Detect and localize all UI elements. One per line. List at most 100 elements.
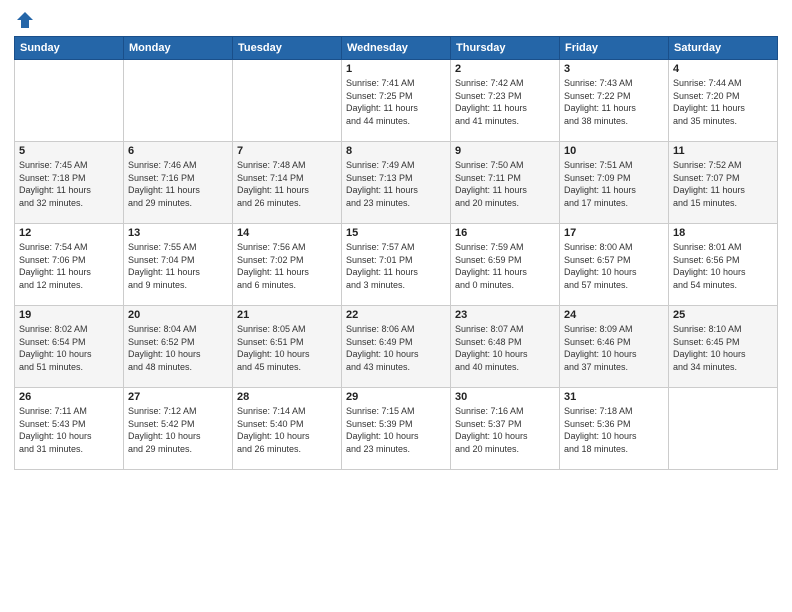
day-number: 31	[564, 391, 664, 403]
logo-icon	[15, 10, 35, 30]
day-number: 4	[673, 63, 773, 75]
day-info: Sunrise: 8:10 AM Sunset: 6:45 PM Dayligh…	[673, 323, 773, 373]
day-cell: 18 Sunrise: 8:01 AM Sunset: 6:56 PM Dayli…	[669, 224, 778, 306]
day-cell: 25 Sunrise: 8:10 AM Sunset: 6:45 PM Dayli…	[669, 306, 778, 388]
day-cell: 29Sunrise: 7:15 AM Sunset: 5:39 PM Dayli…	[342, 388, 451, 470]
day-cell: 30 Sunrise: 7:16 AM Sunset: 5:37 PM Dayli…	[451, 388, 560, 470]
day-cell: 4 Sunrise: 7:44 AM Sunset: 7:20 PM Daylig…	[669, 60, 778, 142]
day-number: 1	[346, 63, 446, 75]
day-number: 16	[455, 227, 555, 239]
day-number: 11	[673, 145, 773, 157]
day-cell: 9Sunrise: 7:50 AM Sunset: 7:11 PM Daylig…	[451, 142, 560, 224]
day-info: Sunrise: 8:00 AM Sunset: 6:57 PM Dayligh…	[564, 241, 664, 291]
weekday-tuesday: Tuesday	[233, 37, 342, 60]
day-info: Sunrise: 7:14 AM Sunset: 5:40 PM Dayligh…	[237, 405, 337, 455]
day-info: Sunrise: 7:55 AM Sunset: 7:04 PM Dayligh…	[128, 241, 228, 291]
day-number: 25	[673, 309, 773, 321]
day-cell: 15 Sunrise: 7:57 AM Sunset: 7:01 PM Dayli…	[342, 224, 451, 306]
week-row-1: 1 Sunrise: 7:41 AM Sunset: 7:25 PM Daylig…	[15, 60, 778, 142]
day-cell: 13 Sunrise: 7:55 AM Sunset: 7:04 PM Dayli…	[124, 224, 233, 306]
day-cell: 8 Sunrise: 7:49 AM Sunset: 7:13 PM Daylig…	[342, 142, 451, 224]
day-cell: 23Sunrise: 8:07 AM Sunset: 6:48 PM Dayli…	[451, 306, 560, 388]
day-info: Sunrise: 7:52 AM Sunset: 7:07 PM Dayligh…	[673, 159, 773, 209]
day-number: 14	[237, 227, 337, 239]
day-number: 9	[455, 145, 555, 157]
day-number: 26	[19, 391, 119, 403]
day-cell	[233, 60, 342, 142]
day-cell: 10 Sunrise: 7:51 AM Sunset: 7:09 PM Dayli…	[560, 142, 669, 224]
day-info: Sunrise: 7:16 AM Sunset: 5:37 PM Dayligh…	[455, 405, 555, 455]
day-cell: 19 Sunrise: 8:02 AM Sunset: 6:54 PM Dayli…	[15, 306, 124, 388]
day-info: Sunrise: 7:43 AM Sunset: 7:22 PM Dayligh…	[564, 77, 664, 127]
day-cell: 24Sunrise: 8:09 AM Sunset: 6:46 PM Dayli…	[560, 306, 669, 388]
day-info: Sunrise: 7:18 AM Sunset: 5:36 PM Dayligh…	[564, 405, 664, 455]
day-cell: 31 Sunrise: 7:18 AM Sunset: 5:36 PM Dayli…	[560, 388, 669, 470]
weekday-monday: Monday	[124, 37, 233, 60]
day-info: Sunrise: 7:49 AM Sunset: 7:13 PM Dayligh…	[346, 159, 446, 209]
day-cell: 17Sunrise: 8:00 AM Sunset: 6:57 PM Dayli…	[560, 224, 669, 306]
day-cell: 6Sunrise: 7:46 AM Sunset: 7:16 PM Daylig…	[124, 142, 233, 224]
day-number: 8	[346, 145, 446, 157]
day-info: Sunrise: 7:48 AM Sunset: 7:14 PM Dayligh…	[237, 159, 337, 209]
page: SundayMondayTuesdayWednesdayThursdayFrid…	[0, 0, 792, 612]
day-info: Sunrise: 8:07 AM Sunset: 6:48 PM Dayligh…	[455, 323, 555, 373]
day-cell	[15, 60, 124, 142]
day-info: Sunrise: 7:11 AM Sunset: 5:43 PM Dayligh…	[19, 405, 119, 455]
day-info: Sunrise: 7:42 AM Sunset: 7:23 PM Dayligh…	[455, 77, 555, 127]
day-cell: 20Sunrise: 8:04 AM Sunset: 6:52 PM Dayli…	[124, 306, 233, 388]
day-cell: 21 Sunrise: 8:05 AM Sunset: 6:51 PM Dayli…	[233, 306, 342, 388]
day-cell: 27Sunrise: 7:12 AM Sunset: 5:42 PM Dayli…	[124, 388, 233, 470]
day-number: 5	[19, 145, 119, 157]
week-row-2: 5 Sunrise: 7:45 AM Sunset: 7:18 PM Daylig…	[15, 142, 778, 224]
weekday-header-row: SundayMondayTuesdayWednesdayThursdayFrid…	[15, 37, 778, 60]
calendar-table: SundayMondayTuesdayWednesdayThursdayFrid…	[14, 36, 778, 470]
day-info: Sunrise: 7:54 AM Sunset: 7:06 PM Dayligh…	[19, 241, 119, 291]
day-number: 30	[455, 391, 555, 403]
day-info: Sunrise: 8:06 AM Sunset: 6:49 PM Dayligh…	[346, 323, 446, 373]
day-number: 15	[346, 227, 446, 239]
day-cell: 11 Sunrise: 7:52 AM Sunset: 7:07 PM Dayli…	[669, 142, 778, 224]
day-number: 7	[237, 145, 337, 157]
day-info: Sunrise: 8:01 AM Sunset: 6:56 PM Dayligh…	[673, 241, 773, 291]
day-number: 3	[564, 63, 664, 75]
day-cell: 12 Sunrise: 7:54 AM Sunset: 7:06 PM Dayli…	[15, 224, 124, 306]
day-cell: 7 Sunrise: 7:48 AM Sunset: 7:14 PM Daylig…	[233, 142, 342, 224]
day-cell: 14 Sunrise: 7:56 AM Sunset: 7:02 PM Dayli…	[233, 224, 342, 306]
day-cell	[669, 388, 778, 470]
day-number: 13	[128, 227, 228, 239]
day-cell: 5 Sunrise: 7:45 AM Sunset: 7:18 PM Daylig…	[15, 142, 124, 224]
day-number: 12	[19, 227, 119, 239]
day-info: Sunrise: 7:51 AM Sunset: 7:09 PM Dayligh…	[564, 159, 664, 209]
day-info: Sunrise: 7:57 AM Sunset: 7:01 PM Dayligh…	[346, 241, 446, 291]
day-number: 28	[237, 391, 337, 403]
week-row-4: 19 Sunrise: 8:02 AM Sunset: 6:54 PM Dayli…	[15, 306, 778, 388]
day-number: 21	[237, 309, 337, 321]
day-number: 19	[19, 309, 119, 321]
weekday-sunday: Sunday	[15, 37, 124, 60]
day-number: 10	[564, 145, 664, 157]
day-info: Sunrise: 7:56 AM Sunset: 7:02 PM Dayligh…	[237, 241, 337, 291]
day-info: Sunrise: 7:44 AM Sunset: 7:20 PM Dayligh…	[673, 77, 773, 127]
day-info: Sunrise: 7:59 AM Sunset: 6:59 PM Dayligh…	[455, 241, 555, 291]
weekday-wednesday: Wednesday	[342, 37, 451, 60]
day-info: Sunrise: 7:45 AM Sunset: 7:18 PM Dayligh…	[19, 159, 119, 209]
logo	[14, 10, 35, 28]
day-info: Sunrise: 8:09 AM Sunset: 6:46 PM Dayligh…	[564, 323, 664, 373]
day-number: 29	[346, 391, 446, 403]
day-info: Sunrise: 7:41 AM Sunset: 7:25 PM Dayligh…	[346, 77, 446, 127]
day-info: Sunrise: 7:46 AM Sunset: 7:16 PM Dayligh…	[128, 159, 228, 209]
weekday-friday: Friday	[560, 37, 669, 60]
week-row-3: 12 Sunrise: 7:54 AM Sunset: 7:06 PM Dayli…	[15, 224, 778, 306]
day-cell: 1 Sunrise: 7:41 AM Sunset: 7:25 PM Daylig…	[342, 60, 451, 142]
weekday-saturday: Saturday	[669, 37, 778, 60]
day-info: Sunrise: 8:05 AM Sunset: 6:51 PM Dayligh…	[237, 323, 337, 373]
day-cell	[124, 60, 233, 142]
day-number: 18	[673, 227, 773, 239]
day-cell: 28 Sunrise: 7:14 AM Sunset: 5:40 PM Dayli…	[233, 388, 342, 470]
day-info: Sunrise: 8:02 AM Sunset: 6:54 PM Dayligh…	[19, 323, 119, 373]
day-number: 27	[128, 391, 228, 403]
day-number: 2	[455, 63, 555, 75]
day-info: Sunrise: 8:04 AM Sunset: 6:52 PM Dayligh…	[128, 323, 228, 373]
header	[14, 10, 778, 28]
day-cell: 26 Sunrise: 7:11 AM Sunset: 5:43 PM Dayli…	[15, 388, 124, 470]
